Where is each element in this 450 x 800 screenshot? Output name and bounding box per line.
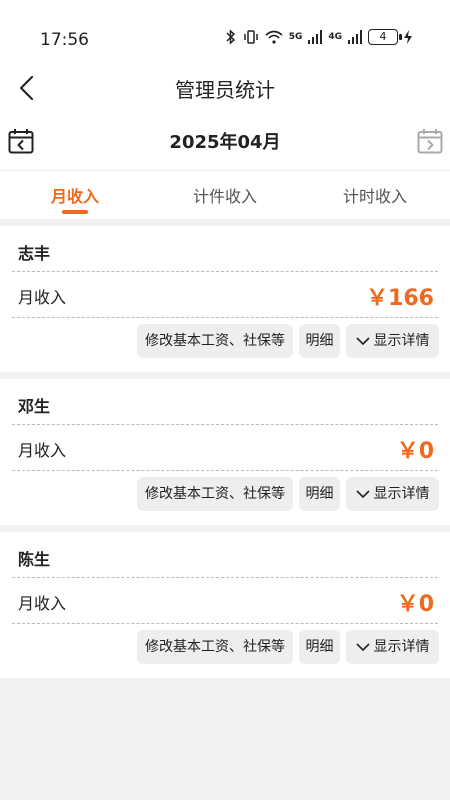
network-5g-label: 5G (288, 32, 303, 42)
show-details-button[interactable]: 显示详情 (346, 630, 439, 664)
divider (12, 317, 438, 318)
monthly-income-amount: ￥0 (396, 592, 434, 617)
divider (12, 424, 438, 425)
month-selector: 2025年04月 (0, 114, 450, 170)
employee-card: 陈生 月收入 ￥0 修改基本工资、社保等 明细 显示详情 (0, 532, 450, 678)
signal-icon-2 (348, 30, 362, 44)
monthly-income-label: 月收入 (18, 441, 67, 460)
chevron-down-icon (355, 337, 370, 346)
monthly-income-amount: ￥0 (396, 439, 434, 464)
divider (12, 623, 438, 624)
active-tab-indicator (62, 210, 88, 214)
employee-name: 陈生 (18, 550, 51, 569)
income-tabs: 月收入 计件收入 计时收入 (0, 170, 450, 219)
chevron-down-icon (355, 643, 370, 652)
status-bar: 17:56 5G 4G 4 (0, 0, 450, 64)
chevron-down-icon (355, 490, 370, 499)
modify-salary-button[interactable]: 修改基本工资、社保等 (137, 630, 293, 664)
monthly-income-label: 月收入 (18, 288, 67, 307)
detail-button[interactable]: 明细 (299, 324, 340, 358)
divider (12, 470, 438, 471)
employee-name: 志丰 (18, 244, 51, 263)
show-details-label: 显示详情 (373, 486, 430, 502)
vibrate-icon (243, 30, 258, 44)
wifi-icon (265, 30, 283, 44)
status-icons: 5G 4G 4 (225, 29, 412, 45)
show-details-button[interactable]: 显示详情 (346, 324, 439, 358)
status-time: 17:56 (40, 30, 89, 50)
page-title: 管理员统计 (175, 78, 275, 102)
detail-button[interactable]: 明细 (299, 477, 340, 511)
battery-icon: 4 (368, 29, 402, 45)
show-details-label: 显示详情 (373, 639, 430, 655)
modify-salary-button[interactable]: 修改基本工资、社保等 (137, 324, 293, 358)
signal-icon (308, 30, 323, 44)
tab-piecework-income[interactable]: 计件收入 (150, 183, 300, 207)
detail-button[interactable]: 明细 (299, 630, 340, 664)
bluetooth-icon (226, 29, 235, 45)
monthly-income-amount: ￥166 (366, 286, 434, 311)
show-details-button[interactable]: 显示详情 (346, 477, 439, 511)
modify-salary-button[interactable]: 修改基本工资、社保等 (137, 477, 293, 511)
current-month: 2025年04月 (169, 132, 281, 153)
employee-card: 志丰 月收入 ￥166 修改基本工资、社保等 明细 显示详情 (0, 226, 450, 372)
network-4g-label: 4G (328, 32, 342, 42)
divider (12, 271, 438, 272)
tab-hourly-income[interactable]: 计时收入 (300, 183, 450, 207)
monthly-income-label: 月收入 (18, 594, 67, 613)
next-month-calendar-icon[interactable] (417, 128, 443, 154)
show-details-label: 显示详情 (373, 333, 430, 349)
divider (12, 577, 438, 578)
employee-card: 邓生 月收入 ￥0 修改基本工资、社保等 明细 显示详情 (0, 379, 450, 525)
app-header: 管理员统计 (0, 64, 450, 114)
tab-monthly-income[interactable]: 月收入 (0, 183, 150, 207)
employee-name: 邓生 (18, 397, 51, 416)
charging-icon (404, 30, 412, 44)
